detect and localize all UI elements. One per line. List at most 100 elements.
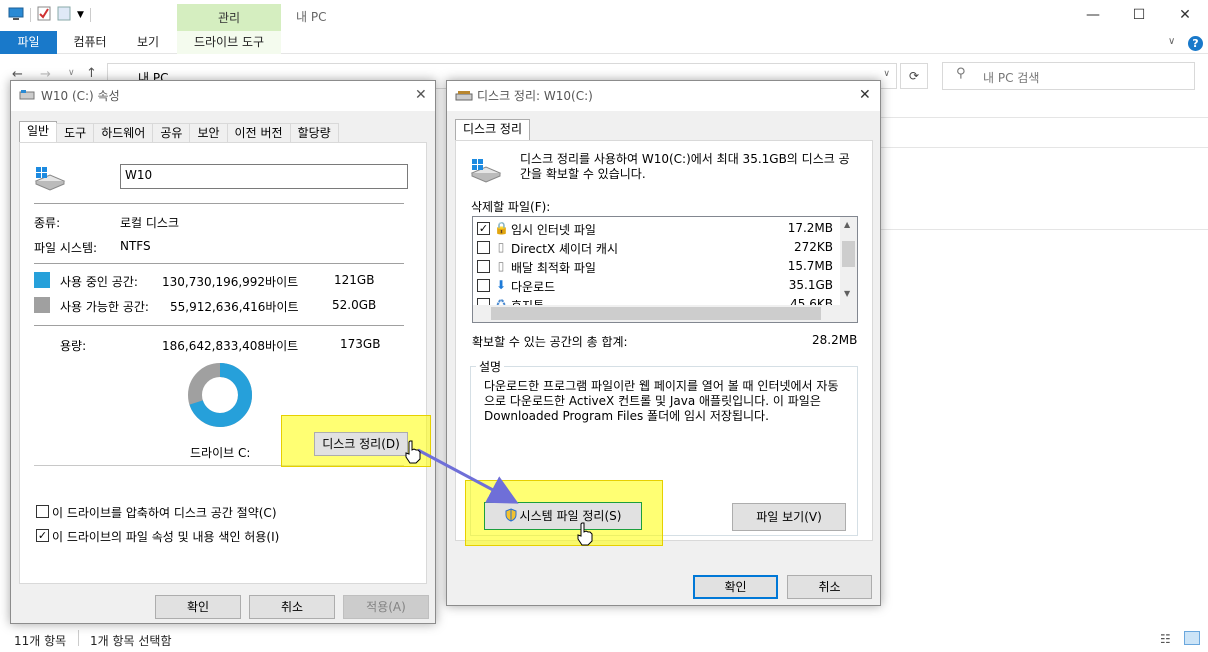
help-icon[interactable]: ? <box>1188 36 1203 51</box>
details-view-icon[interactable]: ☷ <box>1160 632 1171 646</box>
disk-cleanup-icon <box>455 90 473 105</box>
drive-name-input[interactable]: W10 <box>120 164 408 189</box>
close-icon[interactable]: ✕ <box>859 87 871 103</box>
drive-icon <box>34 165 66 194</box>
close-icon[interactable]: ✕ <box>415 87 427 103</box>
cleanup-tabs: 디스크 정리 <box>455 119 531 141</box>
separator <box>34 263 404 264</box>
index-label: 이 드라이브의 파일 속성 및 내용 색인 허용(I) <box>52 530 280 544</box>
address-dropdown-icon[interactable]: ∨ <box>883 69 890 79</box>
separator <box>34 325 404 326</box>
apply-button[interactable]: 적용(A) <box>343 595 429 619</box>
list-item[interactable]: ✓ 🔒 임시 인터넷 파일 17.2MB <box>473 219 839 238</box>
capacity-size: 173GB <box>340 337 381 351</box>
filesystem-value: NTFS <box>120 239 151 253</box>
vertical-scrollbar[interactable]: ▲ ▼ <box>840 217 857 305</box>
file-size: 15.7MB <box>787 259 833 273</box>
file-icon: ▯ <box>497 259 505 273</box>
up-icon[interactable]: ↑ <box>86 66 97 81</box>
properties-dialog: W10 (C:) 속성 ✕ 일반 도구 하드웨어 공유 보안 이전 버전 할당량… <box>10 80 436 624</box>
tab-tools[interactable]: 도구 <box>56 123 95 143</box>
cleanup-intro: 디스크 정리를 사용하여 W10(C:)에서 최대 35.1GB의 디스크 공간… <box>520 152 850 181</box>
file-checkbox[interactable] <box>477 279 490 292</box>
files-listbox[interactable]: ✓ 🔒 임시 인터넷 파일 17.2MB ▯ DirectX 셰이더 캐시 272KB ▯ 배달… <box>472 216 858 323</box>
view-files-button[interactable]: 파일 보기(V) <box>732 503 846 531</box>
file-size: 35.1GB <box>788 278 833 292</box>
explorer-divider <box>880 229 1208 230</box>
file-name: 다운로드 <box>511 280 556 294</box>
manage-tab[interactable]: 관리 <box>177 4 281 32</box>
properties-title: W10 (C:) 속성 <box>11 81 435 111</box>
tab-quota[interactable]: 할당량 <box>289 123 339 143</box>
hand-cursor-icon <box>577 522 593 546</box>
quick-access-toolbar: ▼ <box>8 6 91 24</box>
tab-security[interactable]: 보안 <box>189 123 228 143</box>
general-panel: W10 종류: 로컬 디스크 파일 시스템: NTFS 사용 중인 공간: 13… <box>19 142 427 584</box>
file-checkbox[interactable] <box>477 260 490 273</box>
file-checkbox[interactable] <box>477 241 490 254</box>
scrollbar-thumb[interactable] <box>491 307 821 320</box>
horizontal-scrollbar[interactable] <box>473 305 857 322</box>
properties-icon[interactable] <box>37 6 51 24</box>
ok-button[interactable]: 확인 <box>693 575 778 599</box>
tab-view[interactable]: 보기 <box>122 31 174 54</box>
chevron-down-icon[interactable]: ▼ <box>77 10 84 20</box>
status-selected: 1개 항목 선택함 <box>90 634 172 648</box>
file-name: DirectX 셰이더 캐시 <box>511 242 618 256</box>
file-icon: ▯ <box>497 240 505 254</box>
tab-drive-tools[interactable]: 드라이브 도구 <box>177 31 281 54</box>
free-space-bytes: 55,912,636,416바이트 <box>170 300 299 314</box>
tab-general[interactable]: 일반 <box>19 121 58 143</box>
free-space-label: 사용 가능한 공간: <box>60 300 149 314</box>
close-icon[interactable]: ✕ <box>1162 0 1208 31</box>
recent-locations-icon[interactable]: ∨ <box>68 68 75 78</box>
files-to-delete-label: 삭제할 파일(F): <box>471 200 551 214</box>
large-icons-view-icon[interactable] <box>1184 631 1200 645</box>
computer-icon[interactable] <box>8 7 24 24</box>
file-size: 17.2MB <box>787 221 833 235</box>
scrollbar-thumb[interactable] <box>842 241 855 267</box>
refresh-button[interactable]: ⟳ <box>900 63 928 89</box>
total-space-label: 확보할 수 있는 공간의 총 합계: <box>472 335 628 349</box>
tab-file[interactable]: 파일 <box>0 31 57 54</box>
cleanup-title: 디스크 정리: W10(C:) <box>447 81 880 111</box>
new-folder-icon[interactable] <box>57 6 71 24</box>
disk-cleanup-button[interactable]: 디스크 정리(D) <box>314 432 408 456</box>
capacity-bytes: 186,642,833,408바이트 <box>162 339 299 353</box>
lock-icon: 🔒 <box>494 221 509 235</box>
index-checkbox[interactable]: ✓ <box>36 529 49 542</box>
tab-hardware[interactable]: 하드웨어 <box>93 123 154 143</box>
list-item[interactable]: ▯ DirectX 셰이더 캐시 272KB <box>473 238 839 257</box>
explorer-divider <box>880 117 1208 118</box>
cancel-button[interactable]: 취소 <box>787 575 872 599</box>
minimize-icon[interactable]: — <box>1070 0 1116 31</box>
drive-label: 드라이브 C: <box>190 446 251 460</box>
description-text: 다운로드한 프로그램 파일이란 웹 페이지를 열어 볼 때 인터넷에서 자동으로… <box>484 379 839 423</box>
explorer-divider <box>880 147 1208 148</box>
list-item[interactable]: ▯ 배달 최적화 파일 15.7MB <box>473 257 839 276</box>
maximize-icon[interactable]: ☐ <box>1116 0 1162 31</box>
used-space-size: 121GB <box>334 273 375 287</box>
window-title: 내 PC <box>296 10 327 24</box>
ribbon-expand-icon[interactable]: ∨ <box>1168 36 1175 47</box>
tab-computer[interactable]: 컴퓨터 <box>58 31 122 54</box>
type-label: 종류: <box>34 216 61 230</box>
used-space-bytes: 130,730,196,992바이트 <box>162 275 299 289</box>
status-bar: 11개 항목 1개 항목 선택함 ☷ <box>0 628 1208 652</box>
separator <box>34 203 404 204</box>
free-space-size: 52.0GB <box>332 298 377 312</box>
cancel-button[interactable]: 취소 <box>249 595 335 619</box>
tab-sharing[interactable]: 공유 <box>152 123 191 143</box>
file-checkbox[interactable]: ✓ <box>477 222 490 235</box>
usage-donut-chart <box>188 363 252 427</box>
properties-tabs: 일반 도구 하드웨어 공유 보안 이전 버전 할당량 <box>19 121 339 143</box>
tab-disk-cleanup[interactable]: 디스크 정리 <box>455 119 531 141</box>
search-input[interactable]: 내 PC 검색 <box>942 62 1195 90</box>
file-size: 272KB <box>793 240 833 254</box>
list-item[interactable]: ⬇ 다운로드 35.1GB <box>473 276 839 295</box>
tab-previous-versions[interactable]: 이전 버전 <box>226 123 291 143</box>
filesystem-label: 파일 시스템: <box>34 241 98 255</box>
ok-button[interactable]: 확인 <box>155 595 241 619</box>
free-space-swatch <box>34 297 50 313</box>
compress-checkbox[interactable] <box>36 505 49 518</box>
